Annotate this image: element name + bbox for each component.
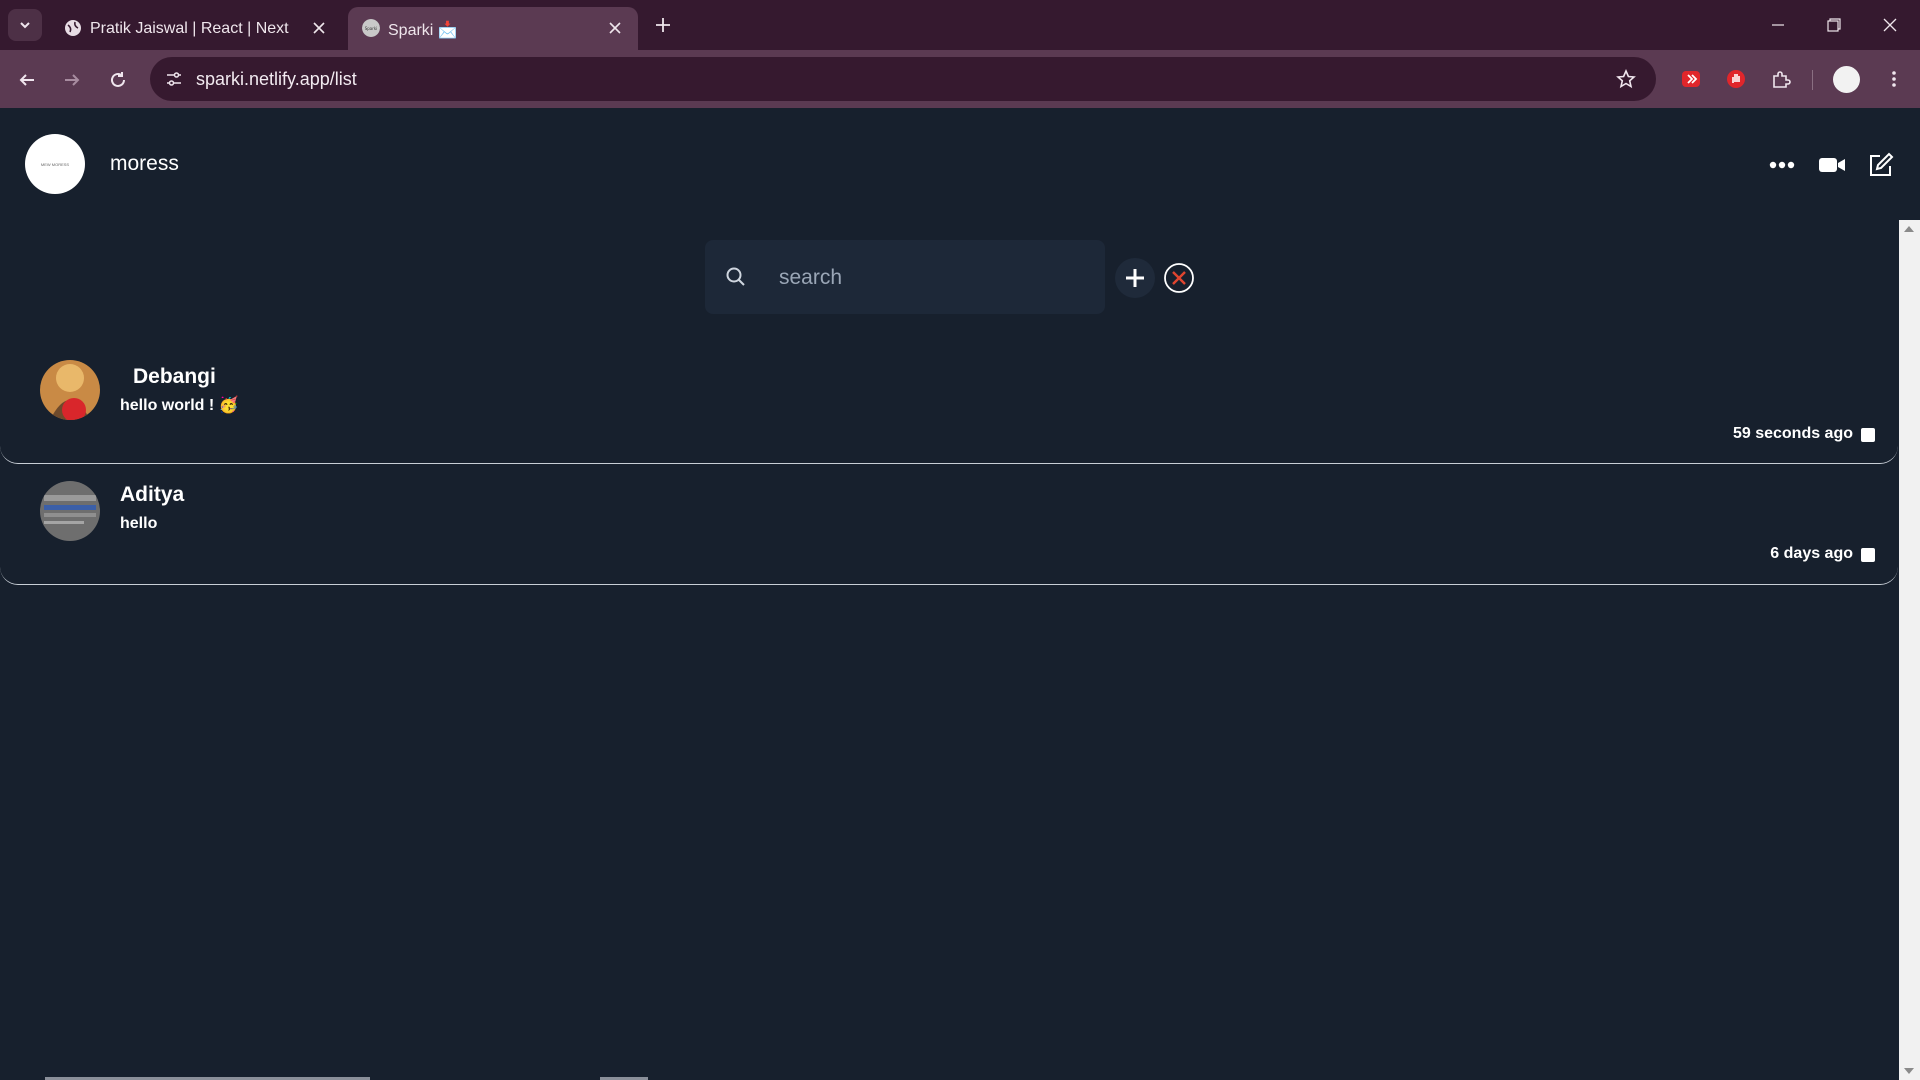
username: moress bbox=[110, 152, 179, 175]
browser-toolbar: sparki.netlify.app/list bbox=[0, 50, 1920, 108]
search-icon bbox=[726, 267, 745, 286]
more-options-icon[interactable] bbox=[1765, 148, 1799, 182]
chat-item-debangi[interactable]: Debangi hello world ! 🥳 59 seconds ago bbox=[0, 350, 1898, 464]
chat-timestamp: 59 seconds ago bbox=[1732, 425, 1853, 442]
site-info-icon[interactable] bbox=[162, 67, 186, 91]
arrow-right-icon bbox=[65, 74, 80, 86]
forward-button[interactable] bbox=[57, 65, 87, 95]
close-tab-icon[interactable] bbox=[604, 17, 626, 39]
tab-title: Sparki 📩 bbox=[388, 22, 458, 39]
arrow-left-icon bbox=[19, 74, 34, 86]
chat-name: Aditya bbox=[120, 483, 185, 506]
scroll-down-icon[interactable] bbox=[1904, 1068, 1914, 1074]
reload-icon bbox=[111, 72, 125, 87]
tab-title: Pratik Jaiswal | React | Next bbox=[90, 20, 289, 37]
tab-pratik-jaiswal[interactable]: Pratik Jaiswal | React | Next bbox=[50, 7, 342, 50]
chat-timestamp: 6 days ago bbox=[1770, 545, 1853, 562]
address-bar[interactable]: sparki.netlify.app/list bbox=[150, 57, 1656, 101]
vertical-scrollbar[interactable] bbox=[1899, 220, 1920, 1080]
hand-stop-icon[interactable] bbox=[1722, 65, 1750, 93]
compose-icon[interactable] bbox=[1864, 148, 1898, 182]
svg-text:Sparki: Sparki bbox=[365, 26, 378, 31]
minimize-button[interactable] bbox=[1758, 10, 1798, 40]
chat-select-checkbox[interactable] bbox=[1861, 428, 1875, 442]
video-downloader-icon[interactable] bbox=[1677, 65, 1705, 93]
chevron-down-icon bbox=[20, 22, 30, 29]
sparki-favicon-icon: Sparki bbox=[362, 19, 380, 37]
tab-sparki[interactable]: Sparki Sparki 📩 bbox=[348, 7, 638, 50]
add-chat-button[interactable] bbox=[1115, 258, 1155, 298]
clear-search-button[interactable] bbox=[1163, 262, 1195, 294]
tab-search-button[interactable] bbox=[8, 9, 42, 41]
restore-button[interactable] bbox=[1814, 10, 1854, 40]
avatar-logo-text: MEW MORESS bbox=[40, 161, 70, 167]
new-tab-button[interactable] bbox=[650, 12, 676, 38]
search-input[interactable] bbox=[777, 258, 1081, 298]
chat-list-page: MEW MORESS moress Debangi hello world ! … bbox=[0, 108, 1920, 1080]
user-avatar[interactable]: MEW MORESS bbox=[25, 134, 85, 194]
close-circle-icon bbox=[1164, 263, 1194, 293]
toolbar-divider bbox=[1812, 70, 1813, 90]
globe-icon bbox=[65, 20, 81, 36]
chat-item-aditya[interactable]: Aditya hello 6 days ago bbox=[0, 471, 1898, 585]
chat-select-checkbox[interactable] bbox=[1861, 548, 1875, 562]
back-button[interactable] bbox=[12, 65, 42, 95]
chat-last-message: hello world ! 🥳 bbox=[120, 397, 239, 414]
url-text: sparki.netlify.app/list bbox=[196, 69, 357, 89]
minimize-icon bbox=[1772, 24, 1784, 26]
search-box bbox=[705, 240, 1105, 314]
bookmark-star-icon[interactable] bbox=[1614, 67, 1638, 91]
reload-button[interactable] bbox=[103, 65, 133, 95]
plus-icon bbox=[1126, 269, 1144, 287]
chat-name: Debangi bbox=[133, 365, 216, 388]
plus-icon bbox=[656, 18, 670, 32]
scroll-up-icon[interactable] bbox=[1904, 226, 1914, 232]
close-tab-icon[interactable] bbox=[308, 17, 330, 39]
close-icon bbox=[1883, 18, 1897, 32]
chat-last-message: hello bbox=[120, 515, 158, 532]
video-call-icon[interactable] bbox=[1815, 148, 1849, 182]
browser-profile-avatar[interactable] bbox=[1833, 66, 1860, 93]
restore-icon bbox=[1827, 18, 1841, 32]
avatar bbox=[40, 360, 100, 420]
avatar bbox=[40, 481, 100, 541]
puzzle-icon[interactable] bbox=[1767, 65, 1795, 93]
browser-menu-icon[interactable] bbox=[1880, 65, 1908, 93]
close-window-button[interactable] bbox=[1870, 10, 1910, 40]
browser-tab-bar: Pratik Jaiswal | React | Next Sparki Spa… bbox=[0, 0, 1920, 50]
